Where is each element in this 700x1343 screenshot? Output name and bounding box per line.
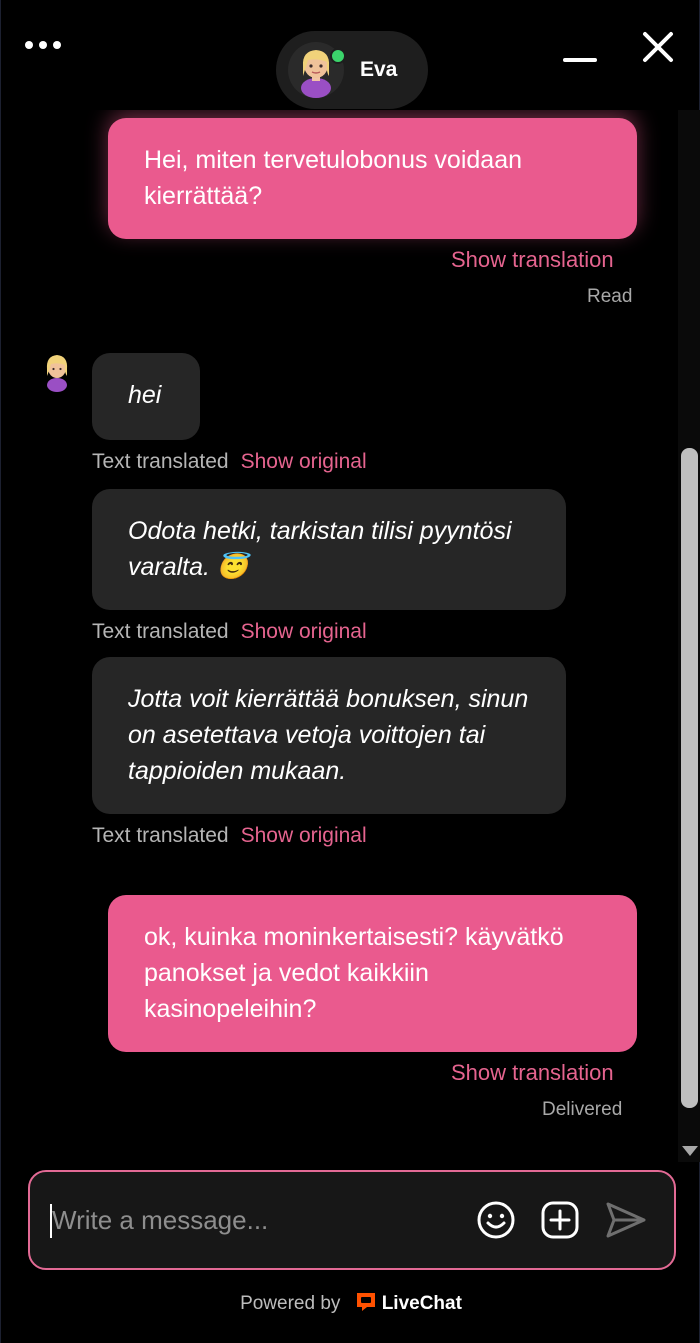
livechat-logo-icon xyxy=(356,1293,375,1311)
show-original-link[interactable]: Show original xyxy=(241,620,367,643)
show-original-link[interactable]: Show original xyxy=(241,824,367,847)
scroll-down-arrow-icon[interactable] xyxy=(682,1146,698,1156)
message-composer xyxy=(28,1170,676,1270)
translation-meta: Text translated Show original xyxy=(92,620,367,644)
message-status: Delivered xyxy=(542,1099,623,1120)
agent-avatar xyxy=(288,42,346,98)
message-status: Read xyxy=(587,286,633,307)
visitor-message-bubble: ok, kuinka moninkertaisesti? käyvätkö pa… xyxy=(108,895,637,1052)
visitor-message-bubble: Hei, miten tervetulobonus voidaan kierrä… xyxy=(108,118,637,239)
message-list[interactable]: Hei, miten tervetulobonus voidaan kierrä… xyxy=(1,110,677,1162)
agent-name: Eva xyxy=(360,58,398,81)
show-translation-link[interactable]: Show translation xyxy=(451,247,614,273)
translation-meta: Text translated Show original xyxy=(92,824,367,848)
show-original-link[interactable]: Show original xyxy=(241,450,367,473)
message-text: ok, kuinka moninkertaisesti? käyvätkö pa… xyxy=(144,923,564,1023)
message-input[interactable] xyxy=(52,1196,452,1244)
agent-message-bubble: hei xyxy=(92,353,200,440)
agent-message-bubble: Odota hetki, tarkistan tilisi pyyntösi v… xyxy=(92,489,566,610)
emoji-icon[interactable] xyxy=(474,1198,518,1242)
powered-by-footer[interactable]: Powered by LiveChat xyxy=(1,1290,700,1318)
minimize-icon[interactable] xyxy=(559,42,601,72)
scrollbar-thumb[interactable] xyxy=(681,448,698,1108)
message-text: Hei, miten tervetulobonus voidaan kierrä… xyxy=(144,146,523,210)
translated-label: Text translated xyxy=(92,620,229,643)
online-status-dot xyxy=(330,48,346,64)
agent-message-bubble: Jotta voit kierrättää bonuksen, sinun on… xyxy=(92,657,566,814)
translated-label: Text translated xyxy=(92,824,229,847)
show-translation-link[interactable]: Show translation xyxy=(451,1060,614,1086)
agent-header[interactable]: Eva xyxy=(276,31,428,109)
translation-meta: Text translated Show original xyxy=(92,450,367,474)
translated-label: Text translated xyxy=(92,450,229,473)
powered-by-text: Powered by xyxy=(240,1293,341,1315)
chat-window: Eva Hei, miten tervetulobonus voidaan ki… xyxy=(0,0,700,1343)
message-text: hei xyxy=(128,381,162,409)
message-text: Odota hetki, tarkistan tilisi pyyntösi v… xyxy=(128,517,512,581)
send-icon[interactable] xyxy=(604,1198,648,1242)
livechat-brand: LiveChat xyxy=(381,1293,462,1315)
message-text: Jotta voit kierrättää bonuksen, sinun on… xyxy=(128,685,529,785)
close-icon[interactable] xyxy=(637,26,679,68)
agent-avatar-small-icon xyxy=(46,355,68,392)
menu-icon[interactable] xyxy=(25,38,69,52)
add-attachment-icon[interactable] xyxy=(538,1198,582,1242)
